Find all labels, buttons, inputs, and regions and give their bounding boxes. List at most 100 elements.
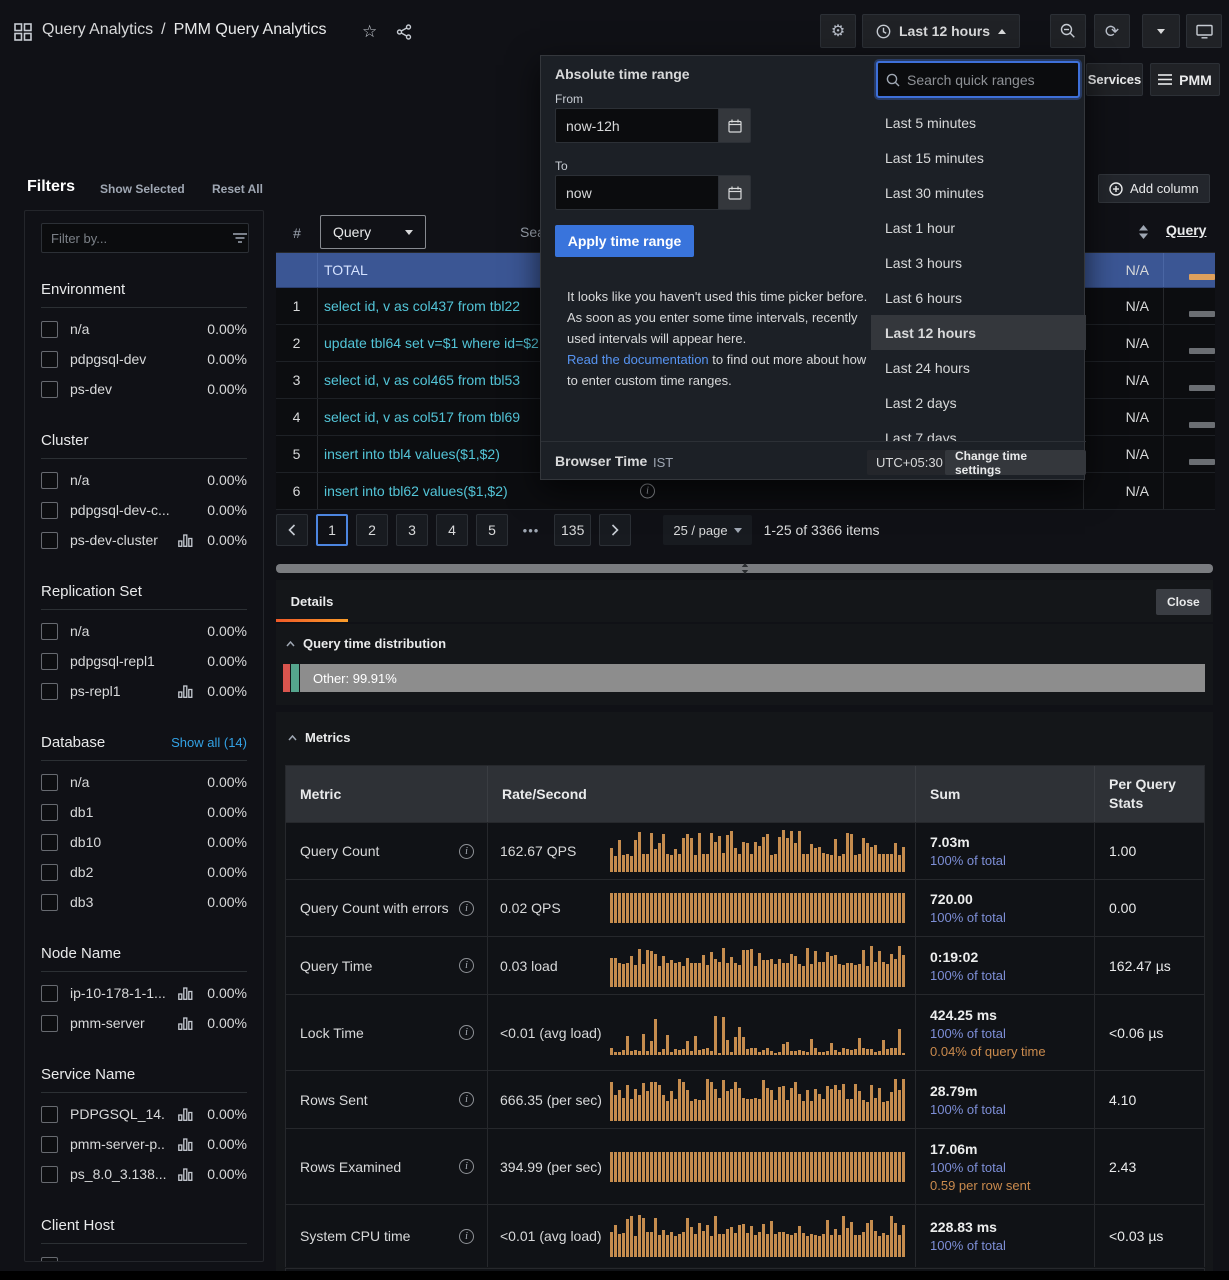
zoom-out-button[interactable] (1050, 14, 1086, 48)
quick-range-search-input[interactable] (907, 72, 1070, 88)
page-button-5[interactable]: 5 (476, 514, 508, 546)
previous-page-button[interactable] (276, 514, 308, 546)
sum-percent-link[interactable]: 100% of total (930, 1160, 1094, 1175)
change-time-settings-button[interactable]: Change time settings (945, 450, 1086, 475)
bar-chart-icon[interactable] (178, 534, 193, 547)
page-button-last[interactable]: 135 (554, 514, 591, 546)
chevron-down-icon (1157, 29, 1165, 34)
column-header-query-count[interactable]: Query (1166, 222, 1206, 238)
from-calendar-button[interactable] (719, 108, 751, 143)
filter-checkbox[interactable] (41, 894, 58, 911)
filter-checkbox[interactable] (41, 472, 58, 489)
info-icon[interactable]: i (459, 844, 474, 859)
quick-range-option[interactable]: Last 6 hours (871, 280, 1086, 315)
sum-percent-link[interactable]: 100% of total (930, 1238, 1094, 1253)
pmm-query-analytics-app: Query Analytics / PMM Query Analytics ☆ … (0, 0, 1229, 1280)
page-button-2[interactable]: 2 (356, 514, 388, 546)
next-page-button[interactable] (599, 514, 631, 546)
filter-checkbox[interactable] (41, 1106, 58, 1123)
page-button-3[interactable]: 3 (396, 514, 428, 546)
filter-checkbox[interactable] (41, 1015, 58, 1032)
tab-details[interactable]: Details (276, 580, 348, 622)
read-documentation-link[interactable]: Read the documentation (567, 352, 709, 367)
filter-checkbox[interactable] (41, 351, 58, 368)
to-input[interactable] (555, 175, 719, 210)
filter-checkbox[interactable] (41, 804, 58, 821)
info-icon[interactable]: i (459, 1025, 474, 1040)
filter-checkbox[interactable] (41, 623, 58, 640)
page-button-1[interactable]: 1 (316, 514, 348, 546)
collapse-chevron-icon[interactable] (288, 735, 297, 741)
filter-checkbox[interactable] (41, 985, 58, 1002)
filter-checkbox[interactable] (41, 321, 58, 338)
info-icon[interactable]: i (459, 1159, 474, 1174)
settings-gear-button[interactable]: ⚙ (820, 14, 856, 48)
dimension-select-dropdown[interactable]: Query (320, 215, 426, 249)
chevron-up-icon (998, 29, 1006, 34)
info-icon[interactable]: i (459, 901, 474, 916)
metric-sum-cell: 17.06m100% of total0.59 per row sent (915, 1129, 1094, 1204)
sort-icon[interactable] (1138, 225, 1149, 239)
bar-chart-icon[interactable] (178, 685, 193, 698)
to-calendar-button[interactable] (719, 175, 751, 210)
dashboards-grid-icon[interactable] (14, 23, 32, 41)
refresh-button[interactable]: ⟳ (1094, 14, 1130, 48)
filter-checkbox[interactable] (41, 653, 58, 670)
from-input[interactable] (555, 108, 719, 143)
page-size-select[interactable]: 25 / page (663, 515, 751, 545)
filter-checkbox[interactable] (41, 1257, 58, 1263)
sum-percent-link[interactable]: 100% of total (930, 1102, 1094, 1117)
share-icon[interactable] (396, 24, 412, 40)
pmm-menu-button[interactable]: PMM (1150, 63, 1220, 96)
quick-range-option[interactable]: Last 7 days (871, 420, 1086, 441)
filter-checkbox[interactable] (41, 834, 58, 851)
add-column-button[interactable]: Add column (1098, 174, 1210, 203)
breadcrumb-section[interactable]: Query Analytics (42, 21, 153, 39)
show-selected-link[interactable]: Show Selected (100, 182, 185, 196)
quick-range-option[interactable]: Last 15 minutes (871, 140, 1086, 175)
quick-range-option[interactable]: Last 2 days (871, 385, 1086, 420)
time-range-picker-button[interactable]: Last 12 hours (862, 14, 1020, 48)
bar-chart-icon[interactable] (178, 987, 193, 1000)
sum-percent-link[interactable]: 100% of total (930, 968, 1094, 983)
details-resize-handle[interactable] (276, 564, 1213, 573)
metric-per-query-cell: 0.00 (1094, 880, 1206, 936)
quick-range-option[interactable]: Last 12 hours (871, 315, 1086, 350)
collapse-chevron-icon[interactable] (286, 641, 295, 647)
star-favorite-icon[interactable]: ☆ (362, 22, 377, 42)
info-icon[interactable]: i (640, 484, 655, 499)
sum-percent-link[interactable]: 100% of total (930, 910, 1094, 925)
services-button[interactable]: Services (1086, 63, 1143, 96)
refresh-interval-dropdown[interactable] (1142, 14, 1180, 48)
filter-checkbox[interactable] (41, 381, 58, 398)
quick-range-option[interactable]: Last 30 minutes (871, 175, 1086, 210)
page-button-4[interactable]: 4 (436, 514, 468, 546)
filter-search-input[interactable] (51, 231, 227, 246)
filter-checkbox[interactable] (41, 532, 58, 549)
bar-chart-icon[interactable] (178, 1017, 193, 1030)
info-icon[interactable]: i (459, 1092, 474, 1107)
quick-range-option[interactable]: Last 5 minutes (871, 105, 1086, 140)
show-all-link[interactable]: Show all (14) (171, 732, 247, 754)
bar-chart-icon[interactable] (178, 1138, 193, 1151)
bar-chart-icon[interactable] (178, 1168, 193, 1181)
quick-range-option[interactable]: Last 3 hours (871, 245, 1086, 280)
info-icon[interactable]: i (459, 1229, 474, 1244)
quick-range-option[interactable]: Last 24 hours (871, 350, 1086, 385)
filter-checkbox[interactable] (41, 502, 58, 519)
filter-checkbox[interactable] (41, 683, 58, 700)
metric-sparkline (610, 945, 907, 987)
filter-checkbox[interactable] (41, 1166, 58, 1183)
close-details-button[interactable]: Close (1156, 589, 1211, 615)
filter-checkbox[interactable] (41, 774, 58, 791)
reset-all-link[interactable]: Reset All (212, 182, 263, 196)
sum-percent-link[interactable]: 100% of total (930, 1026, 1094, 1041)
filter-checkbox[interactable] (41, 1136, 58, 1153)
filter-checkbox[interactable] (41, 864, 58, 881)
quick-range-option[interactable]: Last 1 hour (871, 210, 1086, 245)
bar-chart-icon[interactable] (178, 1108, 193, 1121)
sum-percent-link[interactable]: 100% of total (930, 853, 1094, 868)
apply-time-range-button[interactable]: Apply time range (555, 225, 694, 257)
info-icon[interactable]: i (459, 958, 474, 973)
tv-mode-button[interactable] (1186, 14, 1222, 48)
